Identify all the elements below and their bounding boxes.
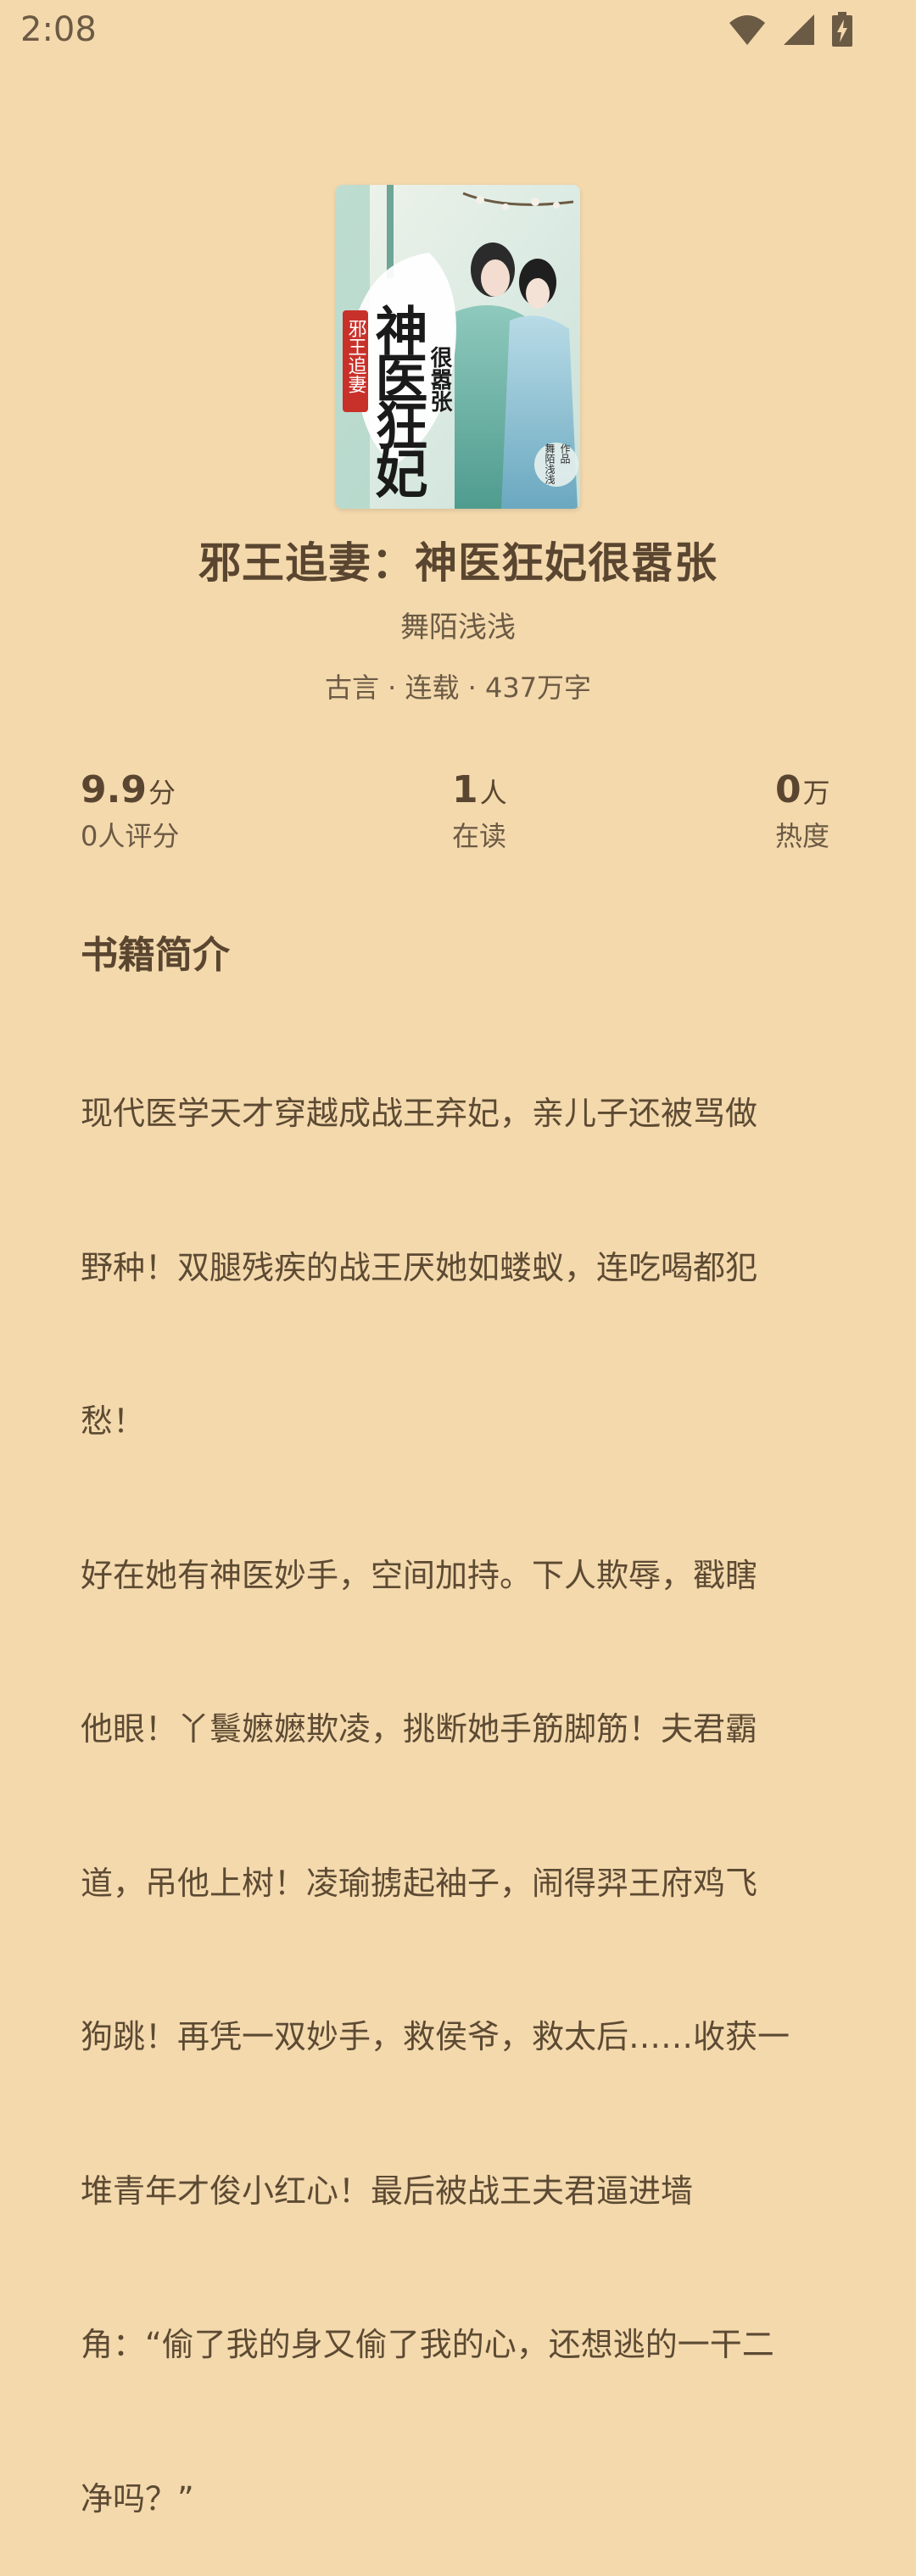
status-time: 2:08 — [20, 10, 97, 49]
intro-line: 野种！双腿残疾的战王厌她如蝼蚁，连吃喝都犯 — [81, 1248, 758, 1286]
cover-badge-top: 作品 — [559, 443, 571, 464]
intro-text: 现代医学天才穿越成战王弃妃，亲儿子还被骂做 野种！双腿残疾的战王厌她如蝼蚁，连吃… — [81, 985, 835, 2576]
intro-line: 角：“偷了我的身又偷了我的心，还想逃的一干二 — [81, 2326, 774, 2363]
book-cover-illustration: 神医狂妃 很嚣张 邪王追妻 作品 舞陌浅浅 — [336, 185, 580, 509]
cover-side-title: 很嚣张 — [427, 346, 452, 413]
intro-line: 净吗？” — [81, 2479, 194, 2517]
stat-heat-value: 0 — [775, 768, 802, 811]
stat-heat: 0万 热度 — [775, 768, 830, 854]
cover-main-title: 神医狂妃 — [366, 304, 428, 499]
stat-heat-unit: 万 — [802, 777, 830, 809]
intro-line: 道，吊他上树！凌瑜掳起袖子，闹得羿王府鸡飞 — [81, 1864, 758, 1902]
intro-line: 狗跳！再凭一双妙手，救侯爷，救太后……收获一 — [81, 2018, 790, 2055]
intro-line: 愁！ — [81, 1402, 146, 1440]
stat-readers: 1人 在读 — [452, 768, 507, 854]
book-author[interactable]: 舞陌浅浅 — [0, 604, 916, 645]
stat-rating: 9.9分 0人评分 — [81, 768, 179, 854]
battery-charging-icon — [832, 12, 852, 47]
cover-seal: 邪王追妻 — [345, 319, 367, 393]
book-meta: 古言 · 连载 · 437万字 — [324, 672, 592, 704]
stat-readers-unit: 人 — [479, 777, 507, 809]
cover-badge-author: 舞陌浅浅 — [544, 443, 556, 484]
stat-heat-label: 热度 — [775, 820, 830, 852]
status-icons — [728, 12, 853, 47]
intro-line: 他眼！丫鬟嬷嬷欺凌，挑断她手筋脚筋！夫君霸 — [81, 1710, 758, 1748]
intro-line: 好在她有神医妙手，空间加持。下人欺辱，戳瞎 — [81, 1556, 758, 1594]
stat-rating-value: 9.9 — [81, 768, 147, 811]
status-bar: 2:08 — [0, 0, 916, 61]
stat-rating-unit: 分 — [148, 777, 176, 809]
intro-heading: 书籍简介 — [81, 934, 230, 977]
book-cover[interactable]: 神医狂妃 很嚣张 邪王追妻 作品 舞陌浅浅 — [336, 185, 580, 509]
intro-line: 现代医学天才穿越成战王弃妃，亲儿子还被骂做 — [81, 1095, 758, 1132]
stat-rating-label: 0人评分 — [81, 820, 180, 852]
book-title: 邪王追妻：神医狂妃很嚣张 — [198, 538, 718, 588]
signal-icon — [784, 14, 814, 45]
wifi-icon — [729, 15, 765, 45]
intro-line: 堆青年才俊小红心！最后被战王夫君逼进墙 — [81, 2172, 694, 2210]
stat-readers-label: 在读 — [452, 820, 507, 852]
stat-readers-value: 1 — [452, 768, 478, 811]
